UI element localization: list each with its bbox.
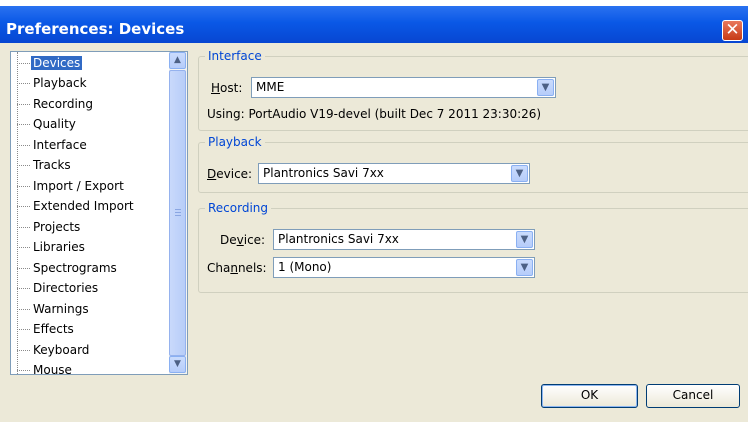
playback-group: Playback Device: Plantronics Savi 7xx ▼	[198, 135, 748, 193]
preferences-category-tree[interactable]: Devices Playback Recording Quality Inter…	[10, 51, 188, 375]
scroll-up-button[interactable]: ▲	[169, 52, 186, 69]
portaudio-version-text: Using: PortAudio V19-devel (built Dec 7 …	[207, 107, 542, 121]
recording-legend: Recording	[205, 201, 272, 215]
title-bar[interactable]: Preferences: Devices ✕	[0, 6, 748, 43]
tree-item-import-export[interactable]: Import / Export	[17, 176, 124, 196]
close-button[interactable]: ✕	[722, 20, 743, 41]
tree-item-libraries[interactable]: Libraries	[17, 237, 85, 257]
scroll-down-button[interactable]: ▼	[169, 356, 186, 373]
interface-group: Interface Host: MME ▼ Using: PortAudio V…	[198, 49, 748, 131]
tree-list[interactable]: Devices Playback Recording Quality Inter…	[11, 52, 169, 374]
tree-item-projects[interactable]: Projects	[17, 217, 80, 237]
tree-item-recording[interactable]: Recording	[17, 94, 93, 114]
tree-item-keyboard[interactable]: Keyboard	[17, 340, 89, 360]
tree-item-effects[interactable]: Effects	[17, 319, 74, 339]
tree-item-interface[interactable]: Interface	[17, 135, 87, 155]
recording-device-dropdown[interactable]: Plantronics Savi 7xx ▼	[273, 229, 535, 250]
chevron-down-icon[interactable]: ▼	[516, 231, 533, 248]
dialog-body: Devices Playback Recording Quality Inter…	[0, 43, 748, 422]
scroll-thumb[interactable]	[169, 70, 186, 356]
chevron-down-icon[interactable]: ▼	[511, 165, 528, 182]
cancel-button[interactable]: Cancel	[646, 384, 740, 408]
tree-item-extended-import[interactable]: Extended Import	[17, 196, 134, 216]
close-icon: ✕	[725, 20, 740, 40]
window-title: Preferences: Devices	[6, 20, 185, 38]
channels-value: 1 (Mono)	[278, 260, 332, 274]
host-dropdown[interactable]: MME ▼	[251, 77, 556, 98]
scroll-down-arrow-icon: ▼	[174, 359, 181, 369]
tree-item-tracks[interactable]: Tracks	[17, 155, 71, 175]
tree-item-directories[interactable]: Directories	[17, 278, 98, 298]
host-value: MME	[256, 80, 285, 94]
tree-connector-line	[17, 52, 18, 374]
tree-item-devices[interactable]: Devices	[17, 53, 84, 73]
host-label: Host:	[211, 81, 243, 95]
playback-device-dropdown[interactable]: Plantronics Savi 7xx ▼	[258, 163, 530, 184]
interface-legend: Interface	[205, 49, 265, 63]
playback-device-label: Device:	[207, 167, 253, 181]
tree-item-playback[interactable]: Playback	[17, 73, 87, 93]
recording-device-value: Plantronics Savi 7xx	[278, 232, 399, 246]
recording-device-label: Device:	[220, 233, 266, 247]
tree-item-mouse[interactable]: Mouse	[17, 360, 72, 374]
ok-button[interactable]: OK	[541, 384, 638, 408]
chevron-down-icon[interactable]: ▼	[537, 79, 554, 96]
recording-group: Recording Device: Plantronics Savi 7xx ▼…	[198, 201, 748, 293]
scroll-up-arrow-icon: ▲	[174, 55, 181, 65]
playback-legend: Playback	[205, 135, 265, 149]
channels-label: Channels:	[207, 261, 267, 275]
tree-scrollbar[interactable]: ▲ ▼	[169, 52, 187, 374]
tree-item-warnings[interactable]: Warnings	[17, 299, 89, 319]
tree-item-quality[interactable]: Quality	[17, 114, 76, 134]
playback-device-value: Plantronics Savi 7xx	[263, 166, 384, 180]
tree-item-spectrograms[interactable]: Spectrograms	[17, 258, 117, 278]
chevron-down-icon[interactable]: ▼	[516, 259, 533, 276]
channels-dropdown[interactable]: 1 (Mono) ▼	[273, 257, 535, 278]
